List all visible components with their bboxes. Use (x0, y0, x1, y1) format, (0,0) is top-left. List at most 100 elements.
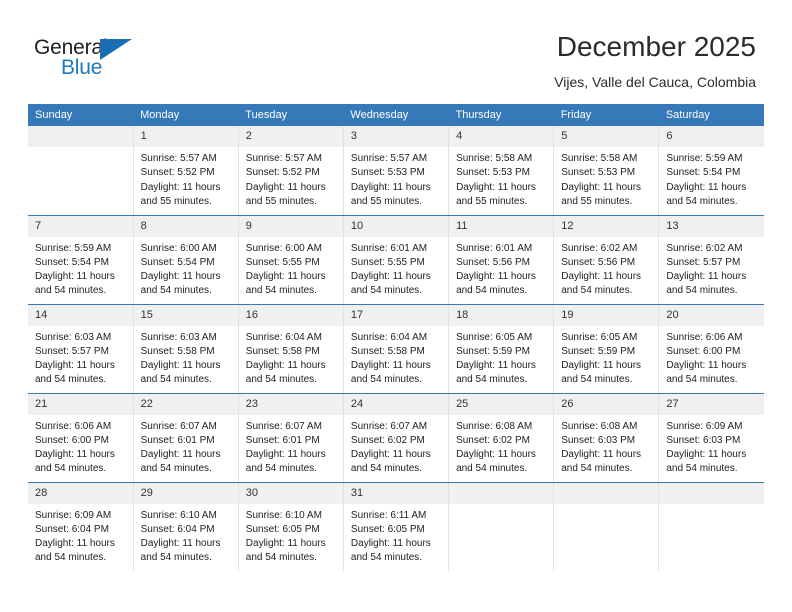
daylight-text-line1: Daylight: 11 hours (35, 360, 115, 372)
day-details: Sunrise: 6:01 AM Sunset: 5:55 PM Dayligh… (344, 237, 448, 299)
page-header: General Blue December 2025 Vijes, Valle … (0, 0, 792, 98)
day-cell[interactable]: 21 Sunrise: 6:06 AM Sunset: 6:00 PM Dayl… (28, 393, 134, 483)
daylight-text-line1: Daylight: 11 hours (666, 271, 747, 283)
sunset-text: Sunset: 5:52 PM (140, 167, 215, 179)
day-cell[interactable] (658, 482, 764, 571)
day-cell[interactable]: 14 Sunrise: 6:03 AM Sunset: 5:57 PM Dayl… (28, 304, 134, 394)
sunrise-text: Sunrise: 6:05 AM (561, 331, 638, 343)
daylight-text-line1: Daylight: 11 hours (245, 538, 326, 550)
sunset-text: Sunset: 6:01 PM (140, 434, 215, 446)
daylight-text-line2: and 54 minutes. (35, 374, 107, 386)
day-number: 11 (449, 215, 554, 237)
calendar-page: General Blue December 2025 Vijes, Valle … (0, 0, 792, 612)
sunset-text: Sunset: 6:03 PM (666, 434, 741, 446)
sunset-text: Sunset: 6:04 PM (140, 523, 215, 535)
day-number: 26 (554, 393, 659, 415)
sunset-text: Sunset: 6:00 PM (666, 345, 741, 357)
weekday-header-monday: Monday (133, 104, 239, 126)
day-cell[interactable]: 2 Sunrise: 5:57 AM Sunset: 5:52 PM Dayli… (237, 126, 344, 216)
sunrise-text: Sunrise: 6:07 AM (350, 420, 428, 432)
day-cell[interactable]: 18 Sunrise: 6:05 AM Sunset: 5:59 PM Dayl… (448, 304, 554, 394)
sunrise-text: Sunrise: 6:03 AM (35, 331, 112, 343)
sunset-text: Sunset: 5:57 PM (666, 256, 741, 268)
day-number: 25 (449, 393, 554, 415)
sunrise-text: Sunrise: 6:03 AM (140, 331, 217, 343)
day-cell[interactable]: 1 Sunrise: 5:57 AM Sunset: 5:52 PM Dayli… (132, 126, 239, 216)
day-details: Sunrise: 6:06 AM Sunset: 6:00 PM Dayligh… (659, 326, 764, 388)
sunset-text: Sunset: 5:58 PM (245, 345, 320, 357)
day-cell[interactable]: 4 Sunrise: 5:58 AM Sunset: 5:53 PM Dayli… (448, 126, 554, 216)
day-cell[interactable]: 29 Sunrise: 6:10 AM Sunset: 6:04 PM Dayl… (132, 482, 239, 571)
day-cell[interactable]: 15 Sunrise: 6:03 AM Sunset: 5:58 PM Dayl… (132, 304, 239, 394)
title-block: December 2025 Vijes, Valle del Cauca, Co… (554, 30, 756, 92)
day-cell[interactable]: 3 Sunrise: 5:57 AM Sunset: 5:53 PM Dayli… (342, 126, 449, 216)
day-details: Sunrise: 6:07 AM Sunset: 6:01 PM Dayligh… (239, 415, 343, 477)
logo-triangle-icon (100, 39, 132, 60)
calendar-week-row: 21 Sunrise: 6:06 AM Sunset: 6:00 PM Dayl… (28, 393, 764, 483)
day-details (659, 504, 764, 509)
day-cell[interactable]: 7 Sunrise: 5:59 AM Sunset: 5:54 PM Dayli… (28, 215, 134, 305)
daylight-text-line2: and 54 minutes. (350, 374, 423, 386)
day-details: Sunrise: 5:57 AM Sunset: 5:52 PM Dayligh… (134, 147, 238, 209)
day-cell[interactable]: 22 Sunrise: 6:07 AM Sunset: 6:01 PM Dayl… (132, 393, 239, 483)
day-cell[interactable]: 8 Sunrise: 6:00 AM Sunset: 5:54 PM Dayli… (132, 215, 239, 305)
day-cell[interactable]: 28 Sunrise: 6:09 AM Sunset: 6:04 PM Dayl… (28, 482, 134, 571)
day-cell[interactable]: 24 Sunrise: 6:07 AM Sunset: 6:02 PM Dayl… (342, 393, 449, 483)
day-cell[interactable]: 25 Sunrise: 6:08 AM Sunset: 6:02 PM Dayl… (448, 393, 554, 483)
daylight-text-line2: and 55 minutes. (245, 195, 317, 207)
day-cell[interactable]: 19 Sunrise: 6:05 AM Sunset: 5:59 PM Dayl… (553, 304, 659, 394)
general-blue-logo[interactable]: General Blue (34, 36, 194, 88)
sunset-text: Sunset: 6:02 PM (456, 434, 530, 446)
day-details: Sunrise: 5:57 AM Sunset: 5:53 PM Dayligh… (344, 147, 448, 209)
weekday-header-tuesday: Tuesday (238, 104, 344, 126)
sunset-text: Sunset: 5:54 PM (140, 256, 215, 268)
day-number: 4 (449, 126, 554, 147)
day-cell[interactable]: 12 Sunrise: 6:02 AM Sunset: 5:56 PM Dayl… (553, 215, 659, 305)
day-details: Sunrise: 5:58 AM Sunset: 5:53 PM Dayligh… (554, 147, 658, 209)
day-number: 18 (449, 304, 554, 326)
day-number (28, 126, 133, 147)
weekday-header-friday: Friday (553, 104, 659, 126)
day-cell[interactable]: 27 Sunrise: 6:09 AM Sunset: 6:03 PM Dayl… (658, 393, 764, 483)
day-details: Sunrise: 5:58 AM Sunset: 5:53 PM Dayligh… (449, 147, 553, 209)
day-cell[interactable] (553, 482, 659, 571)
day-details: Sunrise: 6:01 AM Sunset: 5:56 PM Dayligh… (449, 237, 553, 299)
day-number: 24 (343, 393, 449, 415)
day-cell[interactable]: 16 Sunrise: 6:04 AM Sunset: 5:58 PM Dayl… (237, 304, 344, 394)
day-number: 15 (133, 304, 238, 326)
page-title: December 2025 (556, 31, 756, 62)
day-details: Sunrise: 6:09 AM Sunset: 6:03 PM Dayligh… (659, 415, 764, 477)
day-number: 21 (28, 393, 133, 415)
day-cell[interactable]: 9 Sunrise: 6:00 AM Sunset: 5:55 PM Dayli… (237, 215, 344, 305)
day-number: 9 (238, 215, 343, 237)
day-cell[interactable]: 31 Sunrise: 6:11 AM Sunset: 6:05 PM Dayl… (342, 482, 449, 571)
sunrise-text: Sunrise: 6:07 AM (140, 420, 217, 432)
day-cell[interactable]: 10 Sunrise: 6:01 AM Sunset: 5:55 PM Dayl… (342, 215, 449, 305)
daylight-text-line1: Daylight: 11 hours (35, 449, 115, 461)
sunrise-text: Sunrise: 5:59 AM (35, 242, 112, 254)
day-cell[interactable] (448, 482, 554, 571)
day-cell[interactable]: 17 Sunrise: 6:04 AM Sunset: 5:58 PM Dayl… (342, 304, 449, 394)
day-cell[interactable]: 23 Sunrise: 6:07 AM Sunset: 6:01 PM Dayl… (237, 393, 344, 483)
day-number: 6 (659, 126, 764, 147)
day-details: Sunrise: 6:04 AM Sunset: 5:58 PM Dayligh… (239, 326, 343, 388)
day-details: Sunrise: 5:59 AM Sunset: 5:54 PM Dayligh… (659, 147, 764, 209)
day-cell[interactable] (28, 126, 134, 216)
calendar-body: 1 Sunrise: 5:57 AM Sunset: 5:52 PM Dayli… (28, 126, 764, 571)
day-number: 31 (343, 482, 449, 504)
sunrise-text: Sunrise: 6:09 AM (35, 509, 112, 521)
day-details (554, 504, 658, 509)
daylight-text-line1: Daylight: 11 hours (350, 181, 431, 193)
daylight-text-line1: Daylight: 11 hours (561, 271, 642, 283)
day-cell[interactable]: 30 Sunrise: 6:10 AM Sunset: 6:05 PM Dayl… (237, 482, 344, 571)
daylight-text-line1: Daylight: 11 hours (456, 181, 536, 193)
day-cell[interactable]: 26 Sunrise: 6:08 AM Sunset: 6:03 PM Dayl… (553, 393, 659, 483)
day-cell[interactable]: 5 Sunrise: 5:58 AM Sunset: 5:53 PM Dayli… (553, 126, 659, 216)
day-cell[interactable]: 6 Sunrise: 5:59 AM Sunset: 5:54 PM Dayli… (658, 126, 764, 216)
sunset-text: Sunset: 6:05 PM (245, 523, 320, 535)
day-cell[interactable]: 13 Sunrise: 6:02 AM Sunset: 5:57 PM Dayl… (658, 215, 764, 305)
sunset-text: Sunset: 6:01 PM (245, 434, 320, 446)
daylight-text-line2: and 54 minutes. (245, 374, 317, 386)
day-cell[interactable]: 11 Sunrise: 6:01 AM Sunset: 5:56 PM Dayl… (448, 215, 554, 305)
day-cell[interactable]: 20 Sunrise: 6:06 AM Sunset: 6:00 PM Dayl… (658, 304, 764, 394)
